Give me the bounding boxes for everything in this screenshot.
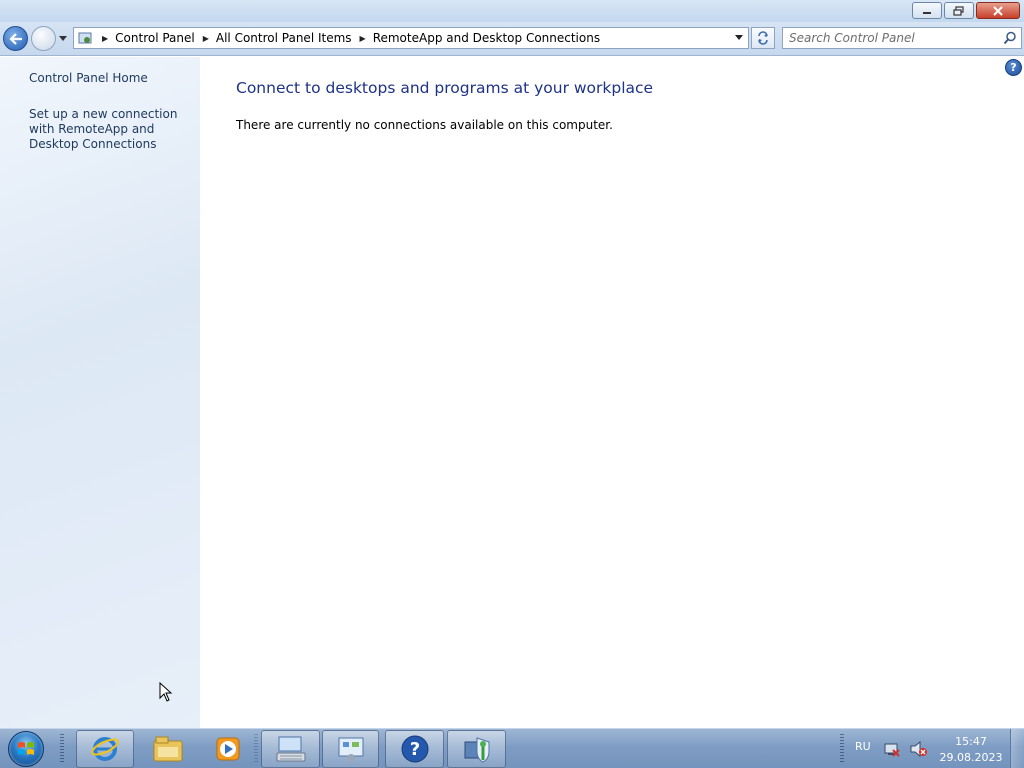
refresh-icon	[758, 31, 768, 45]
restore-button[interactable]	[944, 2, 974, 19]
start-button[interactable]	[5, 730, 47, 768]
keyboard-settings-icon[interactable]	[261, 730, 320, 768]
tray-grip	[840, 734, 844, 764]
help-icon[interactable]: ?	[385, 730, 444, 768]
breadcrumb-separator: ▶	[202, 33, 209, 43]
network-status-icon[interactable]	[884, 741, 900, 760]
volume-muted-icon[interactable]	[910, 740, 928, 760]
control-panel-icon	[76, 30, 94, 46]
recent-pages-dropdown[interactable]	[58, 34, 68, 44]
main-content: ? Connect to desktops and programs at yo…	[200, 57, 1024, 728]
show-desktop-button[interactable]	[1010, 729, 1024, 768]
taskbar-grip	[254, 734, 258, 764]
clock-time: 15:47	[955, 735, 987, 748]
minimize-icon	[923, 11, 931, 14]
navigation-bar: ▶ Control Panel ▶ All Control Panel Item…	[0, 22, 1024, 56]
control-panel-icon[interactable]	[322, 730, 379, 768]
address-dropdown[interactable]	[730, 28, 748, 48]
sidebar: Control Panel Home Set up a new connecti…	[0, 57, 200, 728]
network-security-icon[interactable]	[447, 730, 506, 768]
mouse-cursor-icon	[159, 682, 173, 702]
breadcrumb-remoteapp[interactable]: RemoteApp and Desktop Connections	[373, 31, 600, 45]
taskbar: ? RU 15:47 29.08.2023	[0, 728, 1024, 768]
refresh-button[interactable]	[751, 27, 775, 49]
search-icon[interactable]	[1003, 31, 1017, 45]
language-indicator[interactable]: RU	[855, 740, 871, 753]
status-message: There are currently no connections avail…	[236, 118, 613, 132]
chevron-down-icon	[735, 35, 743, 40]
window-controls	[912, 2, 1020, 19]
search-box[interactable]	[782, 27, 1022, 49]
chevron-down-icon	[59, 36, 67, 41]
address-bar[interactable]: ▶ Control Panel ▶ All Control Panel Item…	[73, 27, 749, 49]
breadcrumb-separator: ▶	[359, 33, 366, 43]
breadcrumb-control-panel[interactable]: Control Panel	[115, 31, 195, 45]
page-title: Connect to desktops and programs at your…	[236, 79, 654, 97]
help-button[interactable]: ?	[1005, 59, 1022, 76]
help-icon: ?	[1010, 61, 1017, 74]
forward-button[interactable]	[31, 26, 56, 51]
windows-logo-icon	[8, 731, 44, 767]
search-input[interactable]	[789, 31, 999, 45]
clock-date: 29.08.2023	[939, 751, 1003, 764]
minimize-button[interactable]	[912, 2, 942, 19]
close-icon	[993, 5, 1003, 16]
clock[interactable]: 15:47 29.08.2023	[936, 734, 1006, 766]
file-explorer-icon[interactable]	[140, 730, 196, 768]
restore-icon	[953, 5, 964, 16]
setup-connection-link[interactable]: Set up a new connection with RemoteApp a…	[29, 107, 194, 152]
taskbar-grip[interactable]	[60, 734, 64, 764]
media-player-icon[interactable]	[200, 730, 256, 768]
svg-text:?: ?	[409, 739, 419, 760]
title-bar	[0, 0, 1024, 22]
back-button[interactable]	[3, 26, 28, 51]
control-panel-home-link[interactable]: Control Panel Home	[29, 71, 148, 86]
internet-explorer-icon[interactable]	[76, 730, 134, 768]
breadcrumb-all-items[interactable]: All Control Panel Items	[216, 31, 352, 45]
close-button[interactable]	[976, 2, 1020, 19]
arrow-left-icon	[8, 32, 22, 45]
breadcrumb-separator: ▶	[102, 33, 109, 43]
